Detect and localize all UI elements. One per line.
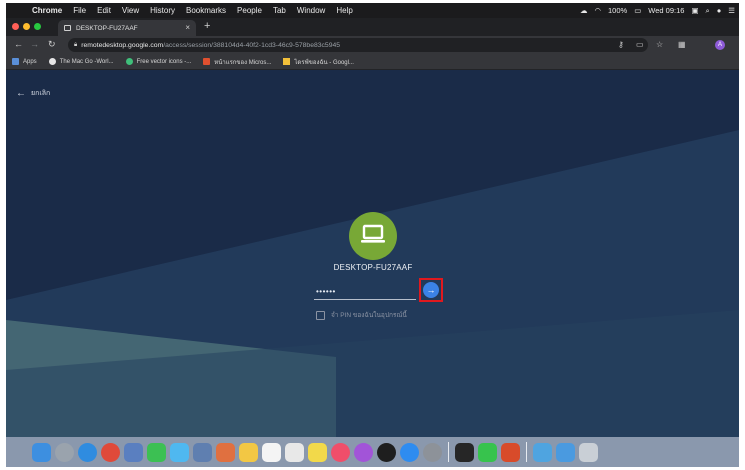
remember-pin-checkbox[interactable]: [316, 310, 325, 320]
bookmark-label: The Mac Go -Worl...: [59, 58, 114, 65]
remember-pin-label: จำ PIN ของฉันในอุปกรณ์นี้: [331, 312, 407, 319]
line-icon[interactable]: [478, 442, 497, 462]
office-icon[interactable]: [501, 442, 520, 462]
remote-desktop-page: ← ยกเลิก DESKTOP-FU27AAF •••••• → จำ PIN…: [6, 70, 739, 437]
dock-separator: [526, 442, 527, 462]
chrome-icon[interactable]: [101, 442, 120, 462]
microsoft-icon: [203, 58, 211, 65]
extension-icon[interactable]: ▦: [678, 40, 686, 49]
zoom-window-button[interactable]: [34, 23, 41, 30]
menu-bookmarks[interactable]: Bookmarks: [186, 6, 226, 15]
cloud-icon[interactable]: ☁: [580, 6, 588, 15]
tab-active[interactable]: DESKTOP-FU27AAF ×: [58, 20, 196, 36]
terminal-icon[interactable]: [455, 442, 474, 462]
apple-tv-icon[interactable]: [377, 442, 396, 462]
free-vector-icon: [125, 58, 133, 65]
close-tab-icon[interactable]: ×: [185, 23, 190, 32]
downloads-icon[interactable]: [556, 442, 575, 462]
close-window-button[interactable]: [12, 23, 19, 30]
control-center-icon[interactable]: ☰: [728, 6, 735, 15]
launchpad-icon[interactable]: [55, 442, 74, 462]
remember-pin-option[interactable]: จำ PIN ของฉันในอุปกรณ์นี้: [316, 310, 407, 320]
key-icon[interactable]: ⚷: [618, 40, 624, 49]
bookmark-label: ไดรฟ์ของฉัน - Googl...: [294, 59, 354, 66]
spotlight-icon[interactable]: ⌕: [706, 6, 710, 16]
bookmark-label: Apps: [23, 58, 37, 65]
cancel-link[interactable]: ← ยกเลิก: [16, 88, 50, 99]
forward-nav-icon[interactable]: →: [30, 39, 39, 49]
bookmark-apps[interactable]: Apps: [12, 58, 37, 65]
music-icon[interactable]: [331, 442, 350, 462]
wifi-icon[interactable]: ◠: [594, 6, 601, 15]
clock[interactable]: Wed 09:16: [648, 6, 684, 15]
menu-chrome[interactable]: Chrome: [32, 6, 62, 15]
siri-icon[interactable]: ●: [717, 6, 722, 15]
dock-row: [32, 440, 602, 464]
tab-strip: DESKTOP-FU27AAF × +: [6, 18, 739, 36]
menu-tab[interactable]: Tab: [273, 6, 286, 15]
preview-icon[interactable]: [124, 442, 143, 462]
menu-bar: Chrome File Edit View History Bookmarks …: [6, 3, 739, 18]
url-path: /access/session/388104d4-40f2-1cd3-46c9-…: [163, 41, 341, 49]
notes-icon[interactable]: [239, 442, 258, 462]
google-drive-icon: [283, 58, 291, 65]
bookmarks-bar: Apps The Mac Go -Worl... Free vector ico…: [6, 54, 739, 70]
app-store-icon[interactable]: [400, 442, 419, 462]
menu-file[interactable]: File: [73, 6, 86, 15]
facetime-icon[interactable]: [147, 442, 166, 462]
menu-help[interactable]: Help: [336, 6, 352, 15]
computer-icon: [361, 224, 385, 243]
battery-icon[interactable]: ▭: [634, 6, 641, 15]
remote-desktop-favicon-icon: [64, 25, 71, 31]
pin-input[interactable]: ••••••: [314, 286, 416, 300]
bookmark-label: Free vector icons -...: [136, 58, 192, 65]
battery-percent: 100%: [608, 6, 628, 15]
podcasts-icon[interactable]: [354, 442, 373, 462]
calendar-icon[interactable]: [262, 442, 281, 462]
safari-icon[interactable]: [78, 442, 97, 462]
bookmark-free-vector-icons[interactable]: Free vector icons -...: [125, 58, 192, 65]
star-icon[interactable]: ☆: [656, 40, 663, 49]
back-arrow-icon: ←: [16, 88, 26, 99]
dock-separator: [448, 442, 449, 462]
profile-avatar-icon[interactable]: A: [715, 40, 725, 50]
apps-grid-icon: [12, 58, 19, 65]
folder-icon[interactable]: [533, 442, 552, 462]
cast-icon[interactable]: ▭: [636, 40, 644, 49]
back-nav-icon[interactable]: ←: [14, 39, 23, 49]
stickies-icon[interactable]: [308, 442, 327, 462]
menu-window[interactable]: Window: [297, 6, 325, 15]
computer-avatar: [349, 212, 397, 260]
lock-icon[interactable]: 🔒︎: [74, 42, 77, 49]
toolbar: ← → ↻ 🔒︎ remotedesktop.google.com/access…: [6, 36, 739, 54]
bookmark-label: หน้าแรกของ Micros...: [214, 59, 272, 66]
bookmark-mac-go[interactable]: The Mac Go -Worl...: [48, 58, 114, 65]
display-icon[interactable]: ▣: [691, 6, 698, 15]
messages-icon[interactable]: [170, 442, 189, 462]
menu-people[interactable]: People: [237, 6, 262, 15]
url-host: remotedesktop.google.com: [81, 41, 164, 49]
address-bar[interactable]: 🔒︎ remotedesktop.google.com/access/sessi…: [68, 38, 648, 52]
reload-icon[interactable]: ↻: [48, 39, 56, 50]
bookmark-google-drive[interactable]: ไดรฟ์ของฉัน - Googl...: [283, 57, 354, 67]
dock: [6, 437, 739, 467]
trash-icon[interactable]: [579, 442, 598, 462]
cancel-label: ยกเลิก: [31, 90, 51, 97]
system-preferences-icon[interactable]: [423, 442, 442, 462]
menu-edit[interactable]: Edit: [97, 6, 111, 15]
bookmark-microsoft[interactable]: หน้าแรกของ Micros...: [203, 57, 271, 67]
photos-icon[interactable]: [216, 442, 235, 462]
mac-go-icon: [48, 58, 56, 65]
finder-icon[interactable]: [32, 442, 51, 462]
menu-history[interactable]: History: [150, 6, 175, 15]
tab-title: DESKTOP-FU27AAF: [76, 24, 138, 32]
reminders-icon[interactable]: [285, 442, 304, 462]
screen: Chrome File Edit View History Bookmarks …: [6, 3, 739, 467]
host-name: DESKTOP-FU27AAF: [333, 263, 413, 272]
minimize-window-button[interactable]: [23, 23, 30, 30]
menu-view[interactable]: View: [122, 6, 139, 15]
connect-button[interactable]: →: [423, 282, 439, 298]
photos-app-icon[interactable]: [193, 442, 212, 462]
new-tab-icon[interactable]: +: [204, 20, 210, 32]
